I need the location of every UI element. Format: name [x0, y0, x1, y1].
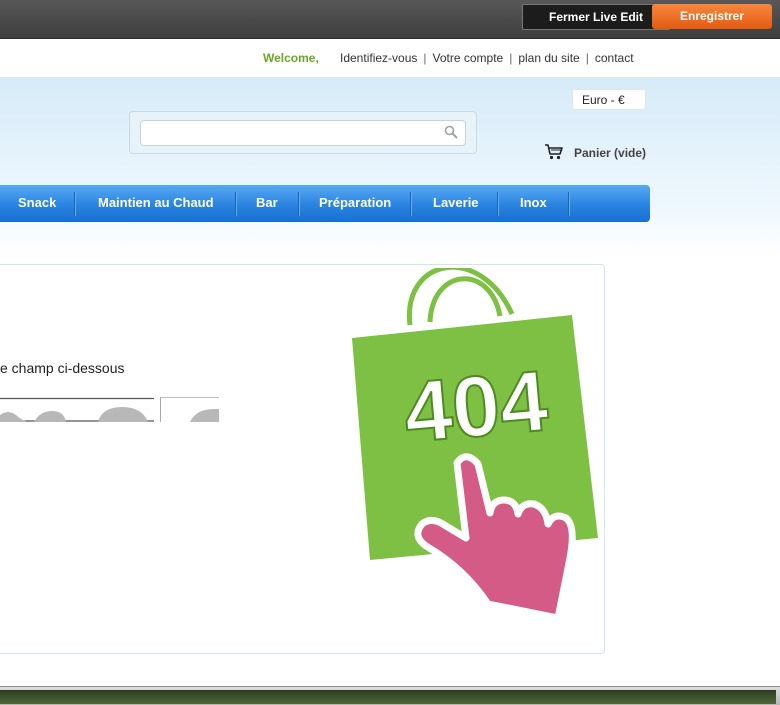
header-links: Identifiez-vous | Votre compte | plan du sit…	[340, 51, 634, 65]
link-separator: |	[509, 51, 513, 65]
bottom-status-bar	[0, 686, 780, 705]
menu-item-inox[interactable]: Inox	[520, 185, 547, 222]
captcha-image	[0, 397, 219, 422]
account-link[interactable]: Votre compte	[433, 51, 504, 65]
404-bag-graphic: 404	[352, 268, 598, 622]
link-separator: |	[423, 51, 427, 65]
menu-item-bar[interactable]: Bar	[256, 185, 278, 222]
menu-separator	[497, 192, 498, 216]
save-button[interactable]: Enregistrer	[652, 4, 772, 29]
sitemap-link[interactable]: plan du site	[518, 51, 579, 65]
search-input[interactable]	[140, 120, 466, 146]
menu-separator	[74, 192, 75, 216]
menu-separator	[235, 192, 236, 216]
menu-item-preparation[interactable]: Préparation	[319, 185, 391, 222]
menu-item-laverie[interactable]: Laverie	[433, 185, 479, 222]
link-separator: |	[585, 51, 589, 65]
header-user-nav: Welcome, Identifiez-vous | Votre compte | pl…	[0, 39, 780, 77]
menu-separator	[298, 192, 299, 216]
bottom-bar-strip	[0, 690, 776, 704]
captcha-graphic	[0, 397, 219, 422]
menu-separator	[568, 192, 569, 216]
currency-selector[interactable]: Euro - €	[572, 89, 646, 110]
close-live-edit-button[interactable]: Fermer Live Edit	[522, 4, 670, 30]
welcome-text: Welcome,	[263, 51, 319, 65]
header-background	[0, 77, 780, 257]
live-edit-toolbar: Fermer Live Edit Enregistrer	[0, 0, 780, 39]
menu-item-snack[interactable]: Snack	[18, 185, 56, 222]
login-link[interactable]: Identifiez-vous	[340, 51, 417, 65]
search-icon[interactable]	[444, 125, 458, 139]
search-box	[129, 111, 477, 154]
menu-separator	[410, 192, 411, 216]
contact-link[interactable]: contact	[595, 51, 634, 65]
404-text: 404	[400, 353, 551, 461]
cart-label: Panier (vide)	[574, 146, 647, 160]
menu-item-maintien-au-chaud[interactable]: Maintien au Chaud	[98, 185, 214, 222]
cart-icon	[545, 144, 563, 160]
instruction-text: e champ ci-dessous	[0, 360, 125, 376]
main-menu: Snack Maintien au Chaud Bar Préparation …	[0, 185, 650, 222]
